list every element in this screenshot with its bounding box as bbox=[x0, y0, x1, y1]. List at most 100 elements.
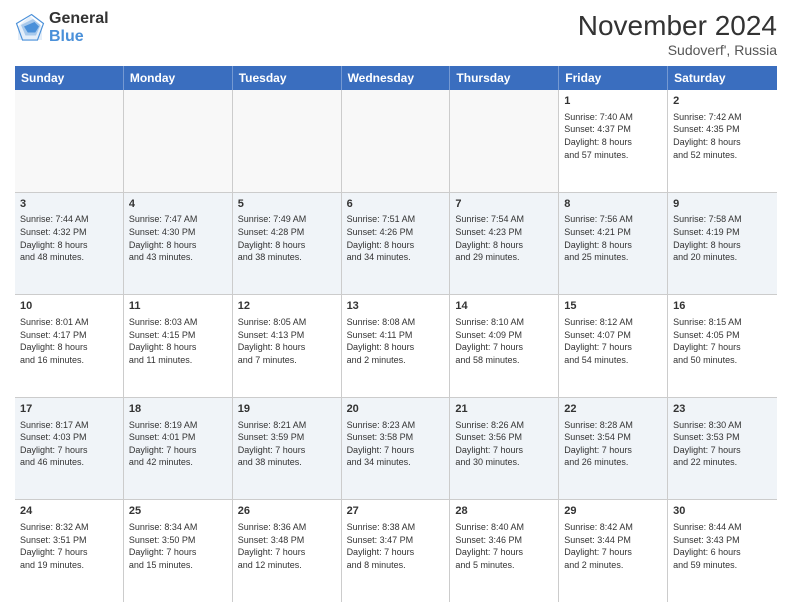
day-number: 14 bbox=[455, 299, 553, 314]
day-number: 12 bbox=[238, 299, 336, 314]
cal-cell-w4-d5: 29Sunrise: 8:42 AM Sunset: 3:44 PM Dayli… bbox=[559, 500, 668, 602]
cal-cell-w0-d5: 1Sunrise: 7:40 AM Sunset: 4:37 PM Daylig… bbox=[559, 90, 668, 192]
day-info: Sunrise: 8:26 AM Sunset: 3:56 PM Dayligh… bbox=[455, 419, 553, 469]
cal-cell-w1-d3: 6Sunrise: 7:51 AM Sunset: 4:26 PM Daylig… bbox=[342, 193, 451, 295]
day-number: 30 bbox=[673, 504, 772, 519]
cal-cell-w2-d0: 10 Sunrise: 8:01 AM Sunset: 4:17 PM Dayli… bbox=[15, 295, 124, 397]
day-number: 10 bbox=[20, 299, 118, 314]
cal-cell-w2-d3: 13 Sunrise: 8:08 AM Sunset: 4:11 PM Dayli… bbox=[342, 295, 451, 397]
col-saturday: Saturday bbox=[668, 66, 777, 90]
day-info: Sunrise: 8:23 AM Sunset: 3:58 PM Dayligh… bbox=[347, 419, 445, 469]
day-info: Sunrise: 7:40 AM Sunset: 4:37 PM Dayligh… bbox=[564, 111, 662, 161]
day-info: Sunrise: 8:32 AM Sunset: 3:51 PM Dayligh… bbox=[20, 521, 118, 571]
day-number: 16 bbox=[673, 299, 772, 314]
day-number: 8 bbox=[564, 197, 662, 212]
day-info: Sunrise: 7:49 AM Sunset: 4:28 PM Dayligh… bbox=[238, 213, 336, 263]
day-info: Sunrise: 7:58 AM Sunset: 4:19 PM Dayligh… bbox=[673, 213, 772, 263]
cal-cell-w0-d3 bbox=[342, 90, 451, 192]
day-number: 19 bbox=[238, 402, 336, 417]
day-info: Sunrise: 8:12 AM Sunset: 4:07 PM Dayligh… bbox=[564, 316, 662, 366]
day-number: 24 bbox=[20, 504, 118, 519]
day-info: Sunrise: 8:40 AM Sunset: 3:46 PM Dayligh… bbox=[455, 521, 553, 571]
week-row-0: 1Sunrise: 7:40 AM Sunset: 4:37 PM Daylig… bbox=[15, 90, 777, 193]
day-number: 23 bbox=[673, 402, 772, 417]
day-number: 4 bbox=[129, 197, 227, 212]
cal-cell-w4-d4: 28 Sunrise: 8:40 AM Sunset: 3:46 PM Dayli… bbox=[450, 500, 559, 602]
logo-text: General Blue bbox=[49, 10, 109, 45]
day-info: Sunrise: 8:36 AM Sunset: 3:48 PM Dayligh… bbox=[238, 521, 336, 571]
day-number: 2 bbox=[673, 94, 772, 109]
col-sunday: Sunday bbox=[15, 66, 124, 90]
col-thursday: Thursday bbox=[450, 66, 559, 90]
cal-cell-w3-d4: 21 Sunrise: 8:26 AM Sunset: 3:56 PM Dayli… bbox=[450, 398, 559, 500]
day-number: 7 bbox=[455, 197, 553, 212]
day-info: Sunrise: 8:38 AM Sunset: 3:47 PM Dayligh… bbox=[347, 521, 445, 571]
calendar-body: 1Sunrise: 7:40 AM Sunset: 4:37 PM Daylig… bbox=[15, 90, 777, 602]
calendar-header: Sunday Monday Tuesday Wednesday Thursday… bbox=[15, 66, 777, 90]
day-info: Sunrise: 7:44 AM Sunset: 4:32 PM Dayligh… bbox=[20, 213, 118, 263]
page: General Blue November 2024 Sudoverf', Ru… bbox=[0, 0, 792, 612]
day-number: 3 bbox=[20, 197, 118, 212]
day-number: 22 bbox=[564, 402, 662, 417]
cal-cell-w0-d4 bbox=[450, 90, 559, 192]
day-info: Sunrise: 8:01 AM Sunset: 4:17 PM Dayligh… bbox=[20, 316, 118, 366]
cal-cell-w4-d0: 24 Sunrise: 8:32 AM Sunset: 3:51 PM Dayli… bbox=[15, 500, 124, 602]
cal-cell-w2-d4: 14Sunrise: 8:10 AM Sunset: 4:09 PM Dayli… bbox=[450, 295, 559, 397]
day-info: Sunrise: 7:54 AM Sunset: 4:23 PM Dayligh… bbox=[455, 213, 553, 263]
day-number: 29 bbox=[564, 504, 662, 519]
day-number: 5 bbox=[238, 197, 336, 212]
cal-cell-w0-d1 bbox=[124, 90, 233, 192]
cal-cell-w1-d4: 7Sunrise: 7:54 AM Sunset: 4:23 PM Daylig… bbox=[450, 193, 559, 295]
logo-icon bbox=[15, 13, 45, 43]
cal-cell-w1-d0: 3Sunrise: 7:44 AM Sunset: 4:32 PM Daylig… bbox=[15, 193, 124, 295]
day-info: Sunrise: 7:47 AM Sunset: 4:30 PM Dayligh… bbox=[129, 213, 227, 263]
day-info: Sunrise: 8:19 AM Sunset: 4:01 PM Dayligh… bbox=[129, 419, 227, 469]
day-number: 21 bbox=[455, 402, 553, 417]
day-number: 13 bbox=[347, 299, 445, 314]
col-wednesday: Wednesday bbox=[342, 66, 451, 90]
cal-cell-w1-d2: 5Sunrise: 7:49 AM Sunset: 4:28 PM Daylig… bbox=[233, 193, 342, 295]
calendar: Sunday Monday Tuesday Wednesday Thursday… bbox=[15, 66, 777, 602]
day-number: 26 bbox=[238, 504, 336, 519]
day-number: 18 bbox=[129, 402, 227, 417]
logo: General Blue bbox=[15, 10, 109, 45]
day-info: Sunrise: 8:21 AM Sunset: 3:59 PM Dayligh… bbox=[238, 419, 336, 469]
cal-cell-w3-d5: 22Sunrise: 8:28 AM Sunset: 3:54 PM Dayli… bbox=[559, 398, 668, 500]
day-info: Sunrise: 8:34 AM Sunset: 3:50 PM Dayligh… bbox=[129, 521, 227, 571]
cal-cell-w2-d6: 16Sunrise: 8:15 AM Sunset: 4:05 PM Dayli… bbox=[668, 295, 777, 397]
cal-cell-w3-d1: 18 Sunrise: 8:19 AM Sunset: 4:01 PM Dayli… bbox=[124, 398, 233, 500]
cal-cell-w1-d1: 4Sunrise: 7:47 AM Sunset: 4:30 PM Daylig… bbox=[124, 193, 233, 295]
day-info: Sunrise: 8:44 AM Sunset: 3:43 PM Dayligh… bbox=[673, 521, 772, 571]
cal-cell-w2-d1: 11 Sunrise: 8:03 AM Sunset: 4:15 PM Dayli… bbox=[124, 295, 233, 397]
day-number: 9 bbox=[673, 197, 772, 212]
header: General Blue November 2024 Sudoverf', Ru… bbox=[15, 10, 777, 58]
day-info: Sunrise: 8:03 AM Sunset: 4:15 PM Dayligh… bbox=[129, 316, 227, 366]
location: Sudoverf', Russia bbox=[578, 42, 777, 58]
week-row-1: 3Sunrise: 7:44 AM Sunset: 4:32 PM Daylig… bbox=[15, 193, 777, 296]
cal-cell-w4-d3: 27 Sunrise: 8:38 AM Sunset: 3:47 PM Dayli… bbox=[342, 500, 451, 602]
day-info: Sunrise: 8:08 AM Sunset: 4:11 PM Dayligh… bbox=[347, 316, 445, 366]
cal-cell-w1-d5: 8Sunrise: 7:56 AM Sunset: 4:21 PM Daylig… bbox=[559, 193, 668, 295]
col-monday: Monday bbox=[124, 66, 233, 90]
cal-cell-w3-d2: 19 Sunrise: 8:21 AM Sunset: 3:59 PM Dayli… bbox=[233, 398, 342, 500]
cal-cell-w4-d1: 25 Sunrise: 8:34 AM Sunset: 3:50 PM Dayli… bbox=[124, 500, 233, 602]
day-number: 11 bbox=[129, 299, 227, 314]
day-info: Sunrise: 7:56 AM Sunset: 4:21 PM Dayligh… bbox=[564, 213, 662, 263]
day-info: Sunrise: 8:05 AM Sunset: 4:13 PM Dayligh… bbox=[238, 316, 336, 366]
cal-cell-w4-d2: 26 Sunrise: 8:36 AM Sunset: 3:48 PM Dayli… bbox=[233, 500, 342, 602]
day-info: Sunrise: 8:30 AM Sunset: 3:53 PM Dayligh… bbox=[673, 419, 772, 469]
col-friday: Friday bbox=[559, 66, 668, 90]
day-number: 27 bbox=[347, 504, 445, 519]
title-block: November 2024 Sudoverf', Russia bbox=[578, 10, 777, 58]
cal-cell-w0-d6: 2Sunrise: 7:42 AM Sunset: 4:35 PM Daylig… bbox=[668, 90, 777, 192]
day-number: 25 bbox=[129, 504, 227, 519]
day-number: 15 bbox=[564, 299, 662, 314]
cal-cell-w3-d3: 20Sunrise: 8:23 AM Sunset: 3:58 PM Dayli… bbox=[342, 398, 451, 500]
day-info: Sunrise: 8:17 AM Sunset: 4:03 PM Dayligh… bbox=[20, 419, 118, 469]
day-info: Sunrise: 7:51 AM Sunset: 4:26 PM Dayligh… bbox=[347, 213, 445, 263]
day-number: 6 bbox=[347, 197, 445, 212]
week-row-4: 24 Sunrise: 8:32 AM Sunset: 3:51 PM Dayli… bbox=[15, 500, 777, 602]
week-row-2: 10 Sunrise: 8:01 AM Sunset: 4:17 PM Dayli… bbox=[15, 295, 777, 398]
cal-cell-w4-d6: 30 Sunrise: 8:44 AM Sunset: 3:43 PM Dayli… bbox=[668, 500, 777, 602]
day-number: 28 bbox=[455, 504, 553, 519]
